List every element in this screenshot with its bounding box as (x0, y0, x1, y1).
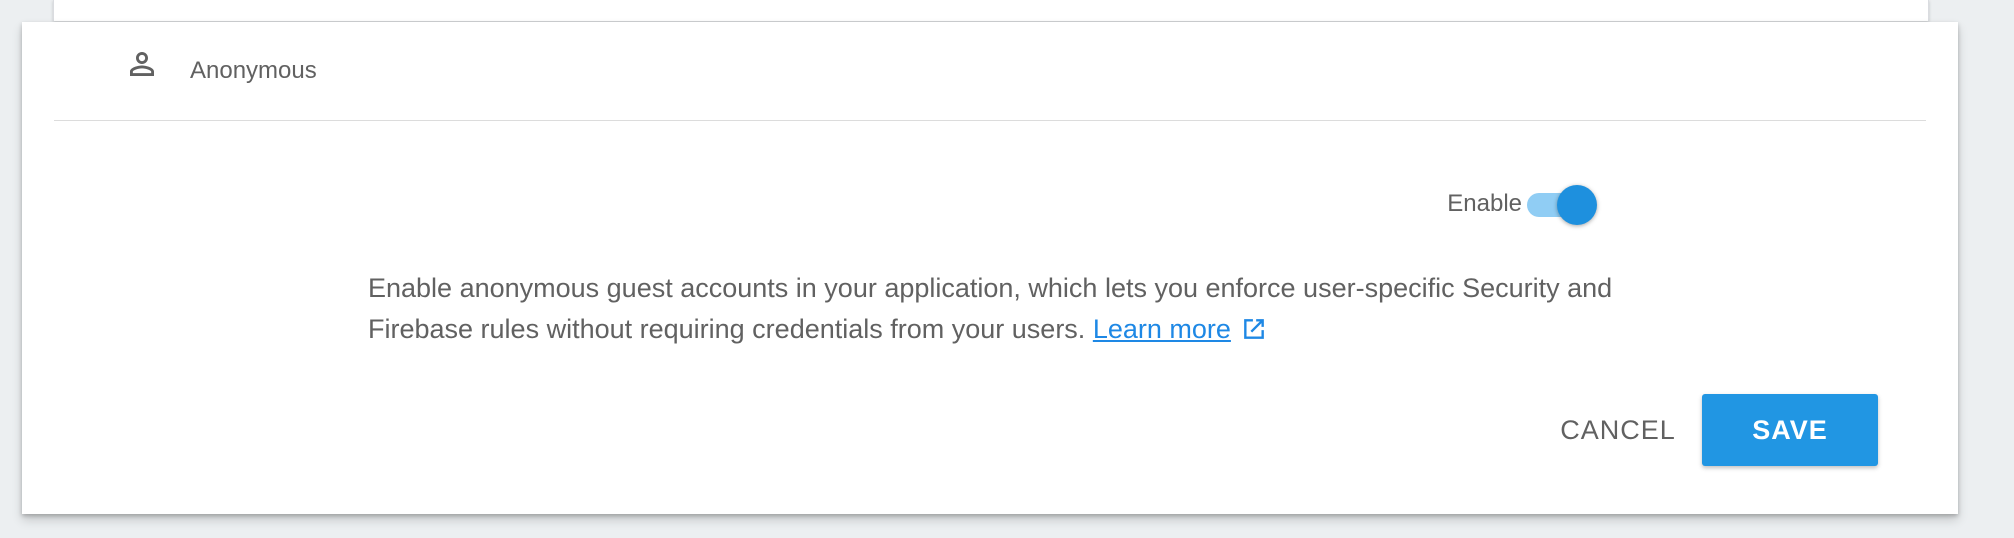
anonymous-provider-panel: Anonymous Enable Enable anonymous guest … (22, 22, 1958, 514)
save-button[interactable]: SAVE (1702, 394, 1878, 466)
toggle-thumb (1557, 185, 1597, 225)
learn-more-link[interactable]: Learn more (1093, 314, 1231, 344)
provider-description: Enable anonymous guest accounts in your … (368, 268, 1658, 350)
enable-label: Enable (1447, 190, 1522, 217)
provider-header: Anonymous (54, 22, 1926, 121)
open-in-new-icon[interactable] (1241, 313, 1267, 339)
previous-provider-card (53, 0, 1929, 21)
description-text: Enable anonymous guest accounts in your … (368, 273, 1613, 344)
person-icon (124, 46, 160, 82)
provider-name: Anonymous (190, 57, 317, 84)
cancel-button[interactable]: CANCEL (1530, 394, 1706, 466)
enable-toggle[interactable] (1525, 182, 1599, 226)
